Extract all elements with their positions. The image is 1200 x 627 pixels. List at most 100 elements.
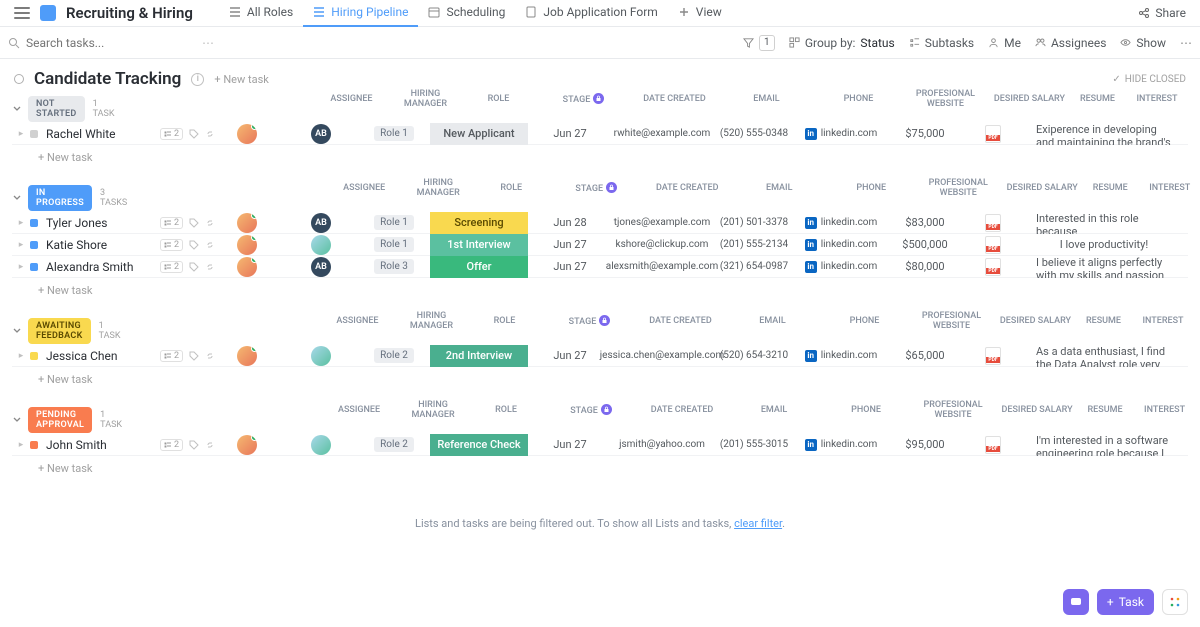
expand-icon[interactable]: ▸	[12, 440, 30, 450]
website-link[interactable]: inlinkedin.com	[805, 239, 878, 251]
col-interest[interactable]: INTEREST	[1132, 316, 1200, 326]
tab-hiring-pipeline[interactable]: Hiring Pipeline	[303, 0, 418, 27]
status-dot[interactable]	[30, 219, 38, 227]
website-link[interactable]: inlinkedin.com	[805, 350, 878, 362]
role-chip[interactable]: Role 3	[374, 259, 414, 274]
tag-icon[interactable]	[189, 262, 199, 272]
stage-cell[interactable]: New Applicant	[430, 123, 528, 145]
col-website[interactable]: PROFESIONAL WEBSITE	[906, 311, 996, 331]
stage-cell[interactable]: Reference Check	[430, 434, 528, 456]
info-icon[interactable]: i	[191, 73, 204, 86]
website-link[interactable]: inlinkedin.com	[805, 128, 878, 140]
email-cell[interactable]: alexsmith@example.com	[612, 261, 712, 272]
task-name[interactable]: Alexandra Smith	[46, 260, 154, 274]
status-dot[interactable]	[30, 130, 38, 138]
group-collapse-toggle[interactable]	[12, 414, 22, 426]
col-interest[interactable]: INTEREST	[1126, 94, 1200, 104]
col-manager[interactable]: HIRING MANAGER	[396, 400, 470, 420]
col-email[interactable]: EMAIL	[722, 316, 822, 326]
stage-cell[interactable]: 1st Interview	[430, 234, 528, 256]
collapse-list-toggle[interactable]	[14, 74, 24, 84]
col-phone[interactable]: PHONE	[829, 183, 913, 193]
col-email[interactable]: EMAIL	[729, 183, 829, 193]
me-button[interactable]: Me	[988, 36, 1021, 50]
hamburger-icon[interactable]	[14, 7, 30, 19]
tab-add-view[interactable]: View	[668, 0, 732, 27]
show-button[interactable]: Show	[1120, 36, 1166, 50]
col-stage[interactable]: STAGE	[542, 404, 640, 416]
apps-button[interactable]	[1162, 589, 1188, 615]
pdf-icon[interactable]	[985, 258, 1001, 276]
search-options-icon[interactable]: ⋯	[202, 36, 214, 50]
col-role[interactable]: ROLE	[462, 94, 534, 104]
subtask-count[interactable]: 2	[160, 128, 183, 140]
expand-icon[interactable]: ▸	[12, 351, 30, 361]
subtask-count[interactable]: 2	[160, 350, 183, 362]
clear-filter-link[interactable]: clear filter	[734, 517, 782, 530]
website-link[interactable]: inlinkedin.com	[805, 261, 878, 273]
avatar[interactable]	[237, 124, 257, 144]
task-row[interactable]: ▸ Rachel White 2 AB Role 1 New Applicant…	[12, 123, 1188, 145]
filter-button[interactable]: 1	[743, 35, 775, 51]
avatar[interactable]	[311, 235, 331, 255]
avatar[interactable]	[237, 213, 257, 233]
col-manager[interactable]: HIRING MANAGER	[388, 89, 462, 109]
col-salary[interactable]: DESIRED SALARY	[990, 94, 1068, 104]
group-collapse-toggle[interactable]	[12, 103, 22, 115]
avatar[interactable]: AB	[311, 257, 331, 277]
col-email[interactable]: EMAIL	[716, 94, 816, 104]
role-chip[interactable]: Role 2	[374, 437, 414, 452]
subtask-count[interactable]: 2	[160, 239, 183, 251]
task-name[interactable]: Katie Shore	[46, 238, 154, 252]
col-website[interactable]: PROFESIONAL WEBSITE	[900, 89, 990, 109]
role-chip[interactable]: Role 1	[374, 126, 414, 141]
pdf-icon[interactable]	[985, 436, 1001, 454]
task-row[interactable]: ▸ Tyler Jones 2 AB Role 1 Screening Jun …	[12, 212, 1188, 234]
col-role[interactable]: ROLE	[468, 316, 540, 326]
email-cell[interactable]: jsmith@yahoo.com	[612, 439, 712, 450]
col-stage[interactable]: STAGE	[534, 93, 632, 105]
avatar[interactable]	[311, 435, 331, 455]
new-task-row[interactable]: + New task	[12, 456, 1188, 481]
tab-scheduling[interactable]: Scheduling	[418, 0, 515, 27]
col-date[interactable]: DATE CREATED	[645, 183, 729, 193]
col-phone[interactable]: PHONE	[824, 405, 908, 415]
tag-icon[interactable]	[189, 351, 199, 361]
status-dot[interactable]	[30, 263, 38, 271]
role-chip[interactable]: Role 1	[374, 237, 414, 252]
task-name[interactable]: Rachel White	[46, 127, 154, 141]
new-task-row[interactable]: + New task	[12, 145, 1188, 170]
tab-application-form[interactable]: Job Application Form	[515, 0, 667, 27]
col-phone[interactable]: PHONE	[816, 94, 900, 104]
col-resume[interactable]: RESUME	[1068, 94, 1126, 104]
tag-icon[interactable]	[189, 129, 199, 139]
avatar[interactable]	[237, 235, 257, 255]
subtask-count[interactable]: 2	[160, 261, 183, 273]
stage-cell[interactable]: 2nd Interview	[430, 345, 528, 367]
new-task-row[interactable]: + New task	[12, 367, 1188, 392]
status-pill[interactable]: NOT STARTED	[28, 96, 85, 122]
col-stage[interactable]: STAGE	[540, 315, 638, 327]
avatar[interactable]: AB	[311, 213, 331, 233]
col-date[interactable]: DATE CREATED	[638, 316, 722, 326]
status-pill[interactable]: PENDING APPROVAL	[28, 407, 92, 433]
subtasks-button[interactable]: Subtasks	[909, 36, 974, 50]
col-assignee[interactable]: ASSIGNEE	[314, 94, 388, 104]
expand-icon[interactable]: ▸	[12, 218, 30, 228]
col-interest[interactable]: INTEREST	[1139, 183, 1200, 193]
new-task-button[interactable]: + Task	[1097, 589, 1154, 615]
tag-icon[interactable]	[189, 240, 199, 250]
col-email[interactable]: EMAIL	[724, 405, 824, 415]
pdf-icon[interactable]	[985, 214, 1001, 232]
task-row[interactable]: ▸ Katie Shore 2 Role 1 1st Interview Jun…	[12, 234, 1188, 256]
website-link[interactable]: inlinkedin.com	[805, 439, 878, 451]
stage-cell[interactable]: Screening	[430, 212, 528, 234]
task-name[interactable]: John Smith	[46, 438, 154, 452]
col-resume[interactable]: RESUME	[1076, 405, 1134, 415]
stage-cell[interactable]: Offer	[430, 256, 528, 278]
col-salary[interactable]: DESIRED SALARY	[1003, 183, 1081, 193]
subtask-count[interactable]: 2	[160, 439, 183, 451]
group-by-button[interactable]: Group by: Status	[789, 36, 895, 50]
chat-button[interactable]	[1063, 589, 1089, 615]
group-collapse-toggle[interactable]	[12, 325, 22, 337]
